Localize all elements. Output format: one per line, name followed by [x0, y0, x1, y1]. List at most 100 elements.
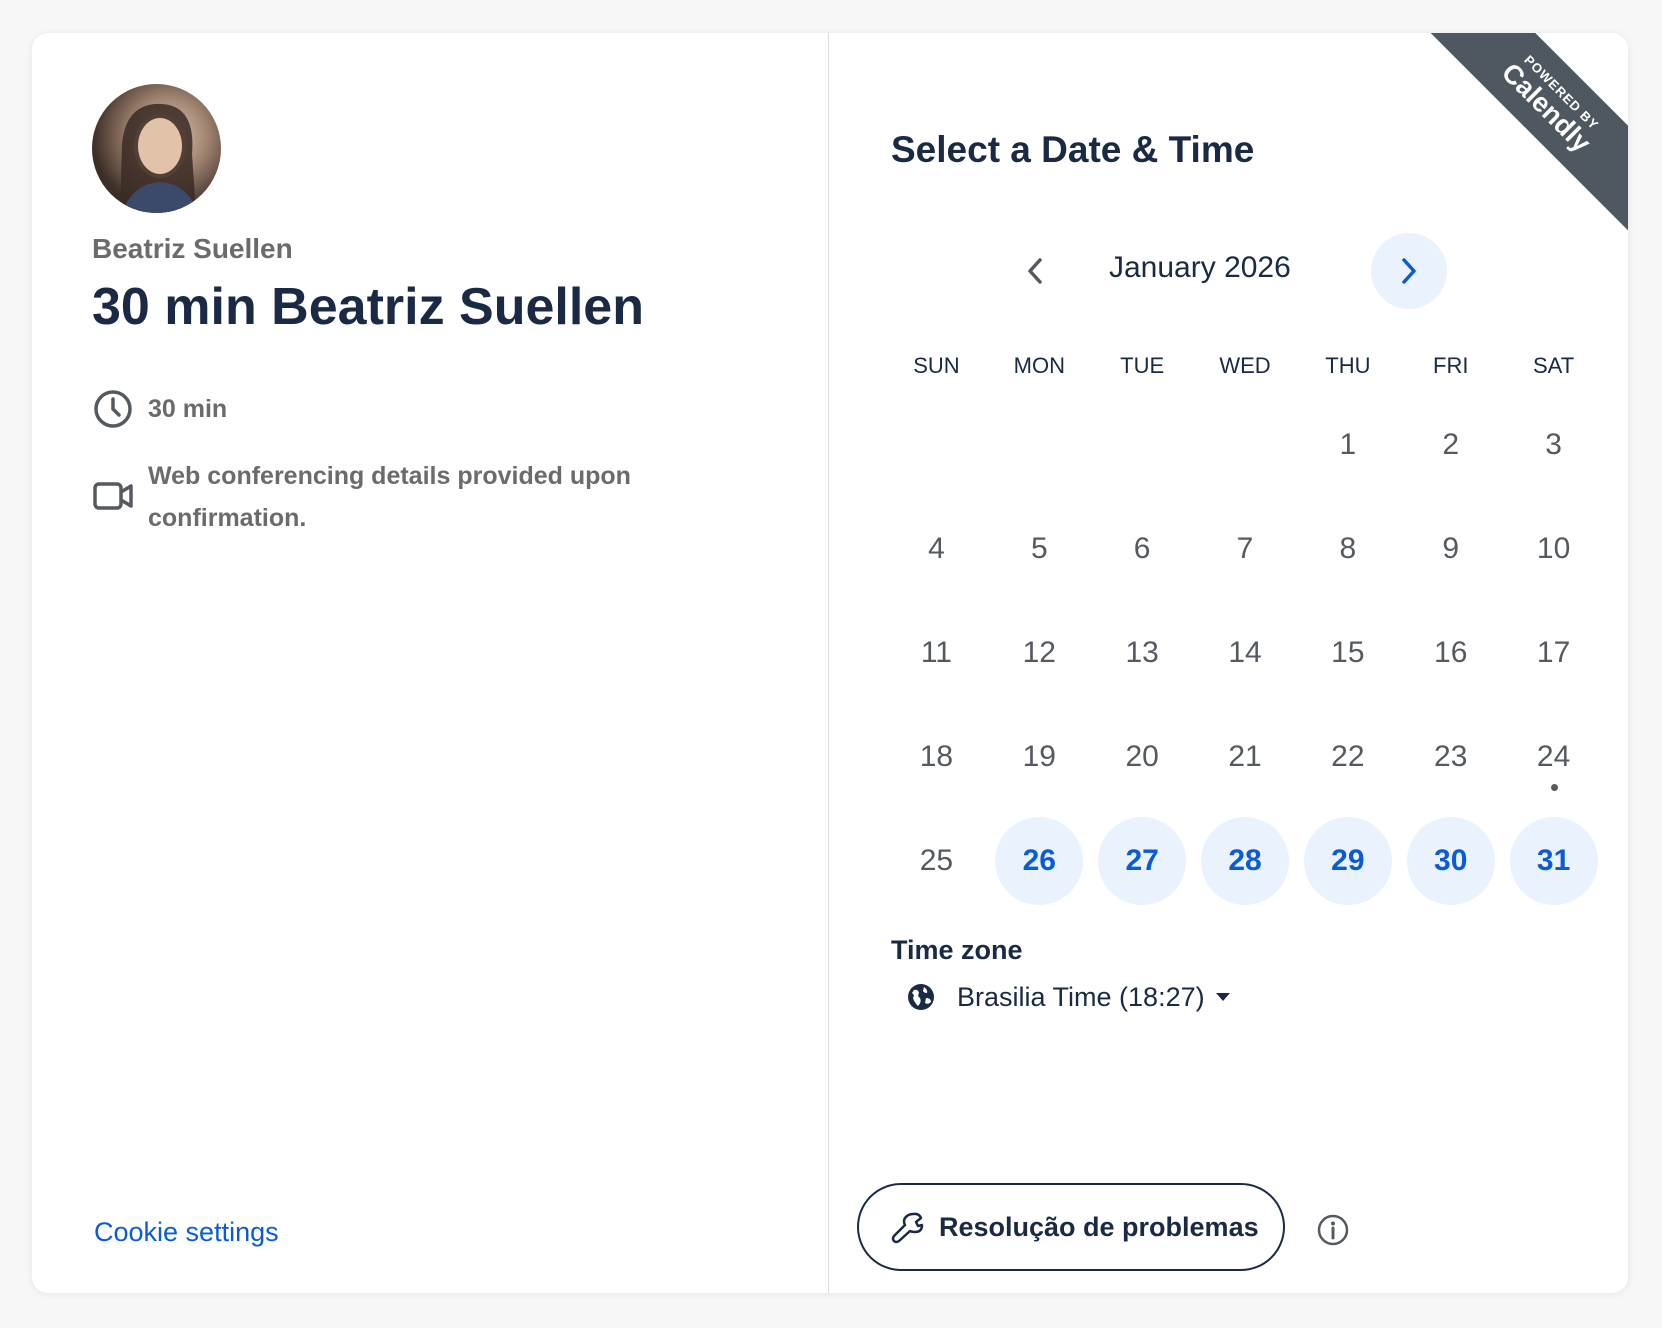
weekday-wed: WED — [1219, 353, 1271, 378]
calendar-day-17: 17 — [1502, 609, 1605, 697]
calendar-day-1: 1 — [1296, 401, 1399, 489]
weekday-thu: THU — [1325, 353, 1371, 378]
weekday-sun: SUN — [913, 353, 960, 378]
booking-card: Beatriz Suellen 30 min Beatriz Suellen 3… — [32, 33, 1628, 1293]
calendar-weeks: 1 2 3 4 5 6 7 8 9 10 11 12 13 14 15 16 17 18 19 20 21 22 23 24 2… — [885, 393, 1605, 913]
troubleshoot-button[interactable]: Resolução de problemas — [857, 1183, 1285, 1271]
clock-icon — [94, 390, 132, 428]
calendar-week: 25 26 27 28 29 30 31 — [885, 809, 1605, 913]
timezone-select[interactable]: Brasilia Time (18:27) — [905, 981, 1231, 1013]
calendar-day-number: 12 — [1022, 636, 1056, 669]
calendar-day-number: 15 — [1331, 636, 1365, 669]
calendar-day-16: 16 — [1399, 609, 1502, 697]
video-camera-icon — [93, 482, 133, 510]
host-avatar — [92, 84, 221, 213]
previous-month-button[interactable] — [1009, 245, 1061, 297]
globe-icon — [908, 984, 934, 1010]
calendar-day-31[interactable]: 31 — [1502, 817, 1605, 905]
weekday-sat: SAT — [1533, 353, 1575, 378]
calendar-week: 18 19 20 21 22 23 24 — [885, 705, 1605, 809]
weekday-header: SUN MON TUE WED THU FRI SAT — [885, 353, 1605, 393]
calendar-day-28[interactable]: 28 — [1194, 817, 1297, 905]
calendar-day-number: 31 — [1536, 844, 1571, 877]
duration-text: 30 min — [148, 395, 228, 423]
timezone-label: Time zone — [891, 935, 1023, 965]
calendar-day-number: 28 — [1228, 844, 1262, 877]
calendar-day-9: 9 — [1399, 505, 1502, 593]
calendar-day-number: 20 — [1125, 740, 1159, 773]
powered-by-badge[interactable]: POWERED BY Calendly — [1420, 33, 1628, 241]
event-details-panel: Beatriz Suellen 30 min Beatriz Suellen 3… — [32, 33, 829, 1293]
calendar-day-20: 20 — [1091, 713, 1194, 801]
calendar-day-number: 8 — [1339, 532, 1357, 565]
scheduler-panel: POWERED BY Calendly Select a Date & Time… — [829, 33, 1628, 1293]
calendar-day-14: 14 — [1194, 609, 1297, 697]
calendar-day-number: 11 — [920, 636, 952, 669]
powered-by-label: POWERED BY — [1521, 51, 1603, 133]
caret-down-icon — [1215, 993, 1230, 1001]
calendar-day-4: 4 — [885, 505, 988, 593]
wrench-icon — [891, 1212, 924, 1244]
calendar-day-number: 30 — [1434, 844, 1468, 877]
cookie-settings-link[interactable]: Cookie settings — [94, 1217, 279, 1248]
calendar-day-26[interactable]: 26 — [988, 817, 1091, 905]
calendar-day-number: 4 — [928, 532, 945, 565]
calendar-day-number: 1 — [1339, 428, 1357, 461]
weekday-mon: MON — [1013, 353, 1065, 378]
calendar-day-number: 22 — [1331, 740, 1365, 773]
calendar-day-number: 14 — [1228, 636, 1262, 669]
calendar-day-number: 21 — [1228, 740, 1262, 773]
calendar-day-number: 9 — [1442, 532, 1460, 565]
calendar-day-number: 19 — [1022, 740, 1056, 773]
calendar-day-29[interactable]: 29 — [1296, 817, 1399, 905]
calendar-day-27[interactable]: 27 — [1091, 817, 1194, 905]
host-name: Beatriz Suellen — [92, 233, 293, 264]
calendar-day-number: 27 — [1125, 844, 1159, 877]
calendar-day-5: 5 — [988, 505, 1091, 593]
month-navigation: January 2026 — [829, 233, 1628, 309]
calendar-day-number: 17 — [1536, 636, 1571, 669]
calendar-day-7: 7 — [1194, 505, 1297, 593]
calendar-day-25: 25 — [885, 817, 988, 905]
calendar-day-number: 18 — [919, 740, 954, 773]
calendar-day-24: 24 — [1502, 713, 1605, 801]
calendar-day-number: 3 — [1545, 428, 1562, 461]
calendar-day-number: 10 — [1536, 532, 1571, 565]
calendar-day-6: 6 — [1091, 505, 1194, 593]
calendar-day-number: 5 — [1030, 532, 1048, 565]
timezone-value: Brasilia Time (18:27) — [957, 981, 1205, 1012]
calendar-day-number: 2 — [1442, 428, 1460, 461]
calendar-day-30[interactable]: 30 — [1399, 817, 1502, 905]
event-title: 30 min Beatriz Suellen — [92, 278, 644, 336]
weekday-tue: TUE — [1120, 353, 1165, 378]
calendar-week: 1 2 3 — [885, 393, 1605, 497]
chevron-left-icon — [1028, 258, 1042, 284]
calendar-day-21: 21 — [1194, 713, 1297, 801]
calendar-day-22: 22 — [1296, 713, 1399, 801]
calendar-day-11: 11 — [885, 609, 988, 697]
calendar-week: 4 5 6 7 8 9 10 — [885, 497, 1605, 601]
calendar-grid: SUN MON TUE WED THU FRI SAT 1 2 3 4 5 6 7 8 9 10 11 12 13 1… — [885, 353, 1605, 913]
calendar-day-number: 29 — [1331, 844, 1365, 877]
next-month-button[interactable] — [1371, 233, 1447, 309]
calendar-day-number: 25 — [919, 844, 954, 877]
calendar-week: 11 12 13 14 15 16 17 — [885, 601, 1605, 705]
calendar-day-number: 7 — [1236, 532, 1254, 565]
calendar-day-13: 13 — [1091, 609, 1194, 697]
calendar-day-3: 3 — [1502, 401, 1605, 489]
info-icon[interactable] — [1316, 1213, 1350, 1247]
calendar-day-2: 2 — [1399, 401, 1502, 489]
select-date-title: Select a Date & Time — [891, 129, 1255, 170]
calendar-day-10: 10 — [1502, 505, 1605, 593]
calendar-day-number: 26 — [1022, 844, 1056, 877]
conferencing-text: Web conferencing details provided upon c… — [148, 462, 631, 532]
troubleshoot-label: Resolução de problemas — [939, 1211, 1259, 1242]
calendar-day-19: 19 — [988, 713, 1091, 801]
chevron-right-icon — [1402, 258, 1416, 284]
calendar-day-18: 18 — [885, 713, 988, 801]
calendar-day-number: 16 — [1434, 636, 1468, 669]
calendar-day-15: 15 — [1296, 609, 1399, 697]
calendar-day-number: 13 — [1125, 636, 1159, 669]
calendar-day-number: 6 — [1133, 532, 1151, 565]
calendar-day-number: 23 — [1434, 740, 1468, 773]
